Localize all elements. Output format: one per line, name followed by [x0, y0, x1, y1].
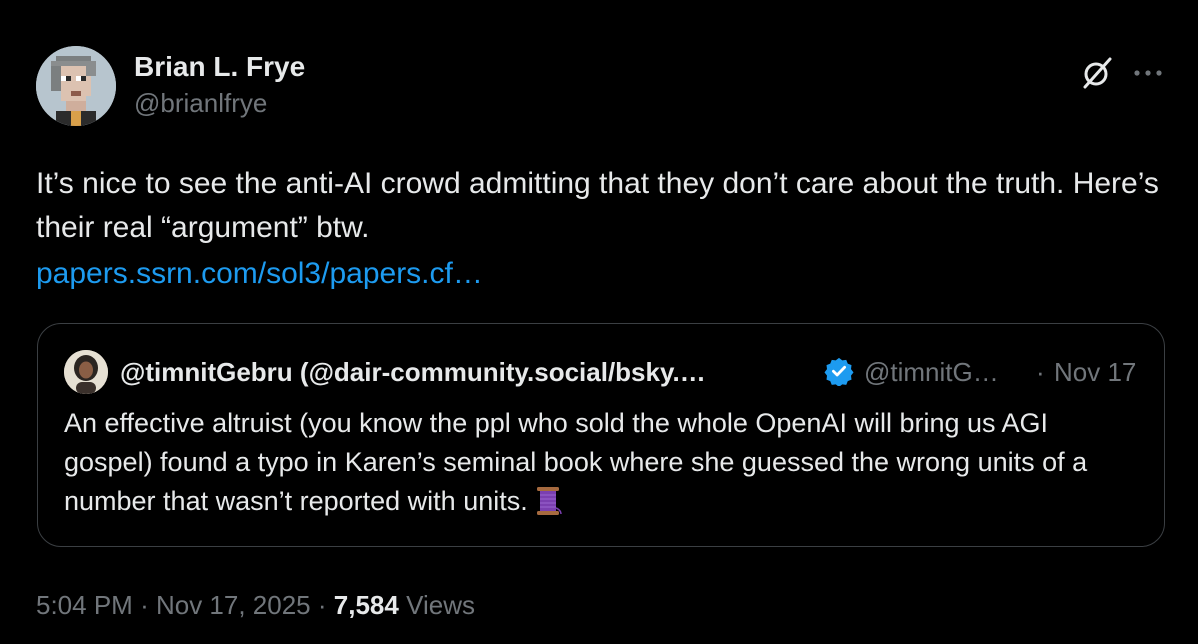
tweet-meta: 5:04 PM · Nov 17, 2025 · 7,584 Views — [36, 588, 475, 622]
more-horizontal-icon[interactable] — [1130, 56, 1166, 90]
author-handle[interactable]: @brianlfrye — [134, 86, 305, 120]
quoted-date: Nov 17 — [1054, 357, 1137, 387]
views-label: Views — [406, 590, 475, 620]
quoted-author-handle: @timnitG… — [864, 357, 999, 387]
verified-badge-icon — [824, 356, 854, 387]
thread-spool-icon — [534, 486, 562, 527]
views-count: 7,584 — [333, 590, 399, 620]
tweet-date[interactable]: Nov 17, 2025 — [156, 590, 311, 620]
author-name[interactable]: Brian L. Frye — [134, 50, 305, 84]
tweet-link[interactable]: papers.ssrn.com/sol3/papers.cf… — [36, 250, 1176, 298]
quoted-separator: · — [1036, 357, 1045, 387]
pixel-portrait-icon — [36, 46, 116, 126]
tweet-header: Brian L. Frye @brianlfrye — [36, 44, 1166, 128]
tweet-body: It’s nice to see the anti-AI crowd admit… — [36, 162, 1176, 298]
quoted-tweet-text: An effective altruist (you know the ppl … — [64, 408, 1088, 516]
quoted-tweet-header: @timnitGebru (@dair-community.social/bsk… — [64, 348, 1144, 396]
meta-separator: · — [140, 590, 149, 620]
tweet: Brian L. Frye @brianlfrye It’s nice to s… — [36, 44, 1166, 620]
meta-separator: · — [317, 590, 327, 620]
quoted-author-avatar — [64, 350, 108, 394]
quoted-tweet-body: An effective altruist (you know the ppl … — [64, 404, 1144, 527]
tweet-text: It’s nice to see the anti-AI crowd admit… — [36, 167, 1159, 244]
quoted-author-name: @timnitGebru (@dair-community.social/bsk… — [120, 357, 706, 387]
tweet-time[interactable]: 5:04 PM — [36, 590, 133, 620]
author-info: Brian L. Frye @brianlfrye — [134, 50, 305, 120]
author-avatar[interactable] — [36, 46, 116, 126]
quoted-tweet-card[interactable]: @timnitGebru (@dair-community.social/bsk… — [37, 323, 1165, 547]
grok-slash-icon[interactable] — [1080, 56, 1114, 90]
